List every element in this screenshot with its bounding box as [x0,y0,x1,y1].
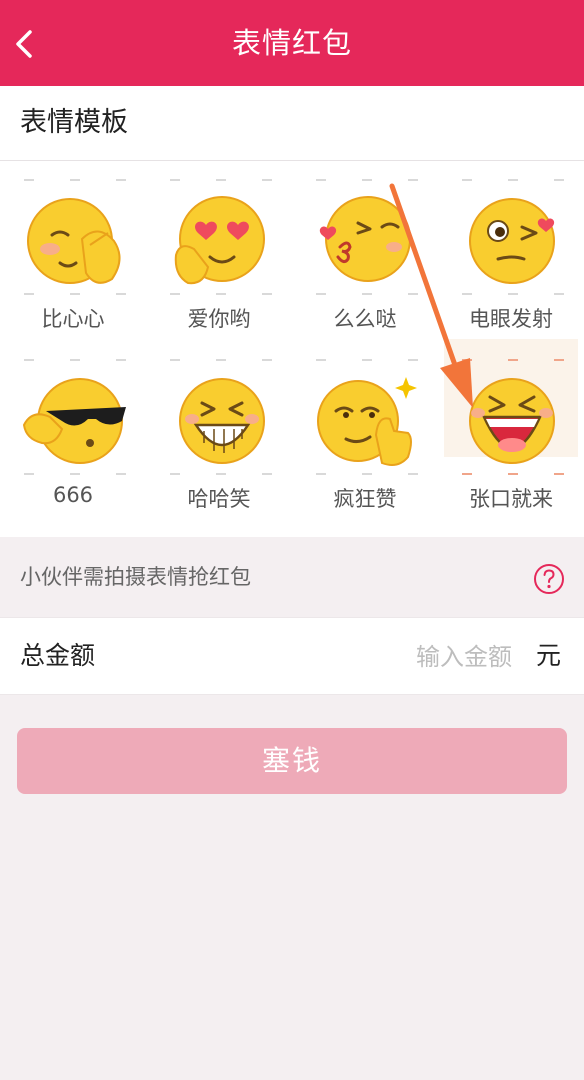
template-label: 爱你哟 [187,307,251,331]
template-label: 么么哒 [333,307,397,331]
template-item-open-mouth-laugh[interactable]: 张口就来 [438,339,584,521]
template-heading: 表情模板 [20,107,128,138]
amount-row: 总金额 元 [0,617,584,695]
template-item-thumbs-up[interactable]: 疯狂赞 [292,341,438,521]
page-title: 表情红包 [231,26,352,60]
template-item-heart-eyes[interactable]: 爱你哟 [146,161,292,341]
kiss-emoji-icon [319,196,411,282]
hint-bar: 小伙伴需拍摄表情抢红包 [0,537,584,617]
sunglasses-emoji-icon [22,378,126,464]
template-label: 哈哈笑 [187,487,251,511]
currency-unit: 元 [536,641,562,670]
question-circle-icon[interactable] [533,563,565,595]
template-item-kiss[interactable]: 么么哒 [292,161,438,341]
emoji-template-grid: 比心心 爱你哟 么么哒 电眼发射 666 哈哈笑 疯狂赞 张口就来 [0,161,584,537]
finger-heart-emoji-icon [27,198,121,284]
template-item-laugh[interactable]: 哈哈笑 [146,341,292,521]
template-item-finger-heart[interactable]: 比心心 [0,161,146,341]
laugh-emoji-icon [179,378,265,464]
template-item-sunglasses[interactable]: 666 [0,341,146,521]
nav-bar: 表情红包 [0,0,584,86]
open-mouth-laugh-emoji-icon [469,378,555,464]
template-label: 比心心 [41,307,105,331]
amount-input[interactable] [300,637,514,677]
template-label: 张口就来 [469,487,553,511]
template-item-wink[interactable]: 电眼发射 [438,161,584,341]
template-label: 666 [52,483,94,507]
submit-money-button[interactable]: 塞钱 [17,728,567,794]
template-section-header: 表情模板 [0,86,584,161]
hint-text: 小伙伴需拍摄表情抢红包 [20,565,251,589]
template-label: 疯狂赞 [333,487,397,511]
template-label: 电眼发射 [469,307,553,331]
thumbs-up-emoji-icon [317,377,417,466]
wink-emoji-icon [469,198,555,284]
amount-label: 总金额 [20,641,96,670]
heart-eyes-emoji-icon [174,196,265,285]
